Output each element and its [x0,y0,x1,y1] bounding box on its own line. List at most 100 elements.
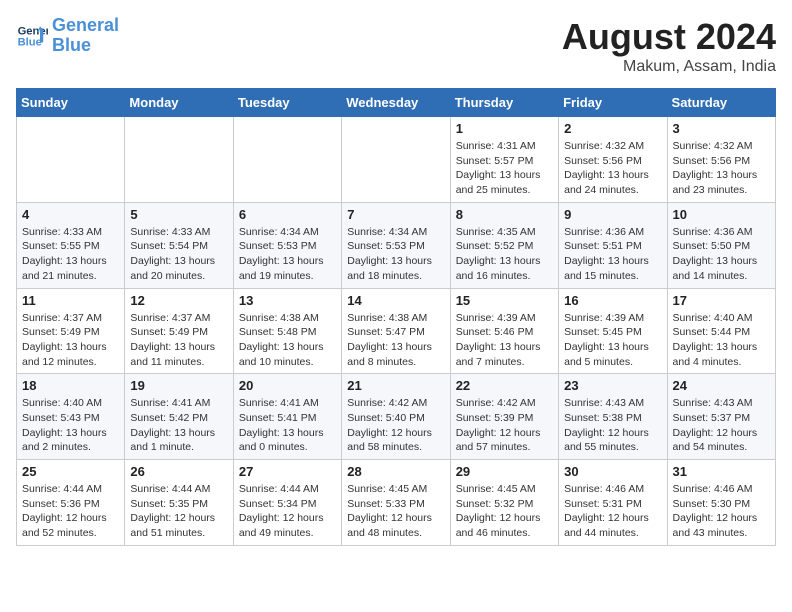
day-cell: 7 Sunrise: 4:34 AMSunset: 5:53 PMDaylight… [342,202,450,288]
day-info: Sunrise: 4:44 AMSunset: 5:35 PMDaylight:… [130,482,227,541]
day-number: 21 [347,378,444,393]
weekday-header-friday: Friday [559,89,667,117]
day-cell: 31 Sunrise: 4:46 AMSunset: 5:30 PMDayligh… [667,460,775,546]
day-cell: 1 Sunrise: 4:31 AMSunset: 5:57 PMDaylight… [450,117,558,203]
day-info: Sunrise: 4:41 AMSunset: 5:42 PMDaylight:… [130,396,227,455]
day-number: 22 [456,378,553,393]
svg-text:General: General [18,25,48,37]
day-number: 30 [564,464,661,479]
week-row-1: 1 Sunrise: 4:31 AMSunset: 5:57 PMDaylight… [17,117,776,203]
day-number: 3 [673,121,770,136]
weekday-header-wednesday: Wednesday [342,89,450,117]
logo-text: General Blue [52,16,119,56]
day-info: Sunrise: 4:32 AMSunset: 5:56 PMDaylight:… [564,139,661,198]
day-number: 31 [673,464,770,479]
weekday-header-thursday: Thursday [450,89,558,117]
day-cell [233,117,341,203]
day-cell: 9 Sunrise: 4:36 AMSunset: 5:51 PMDaylight… [559,202,667,288]
day-cell: 28Sunrise: 4:45 AMSunset: 5:33 PMDayligh… [342,460,450,546]
day-info: Sunrise: 4:39 AMSunset: 5:46 PMDaylight:… [456,311,553,370]
day-cell: 23 Sunrise: 4:43 AMSunset: 5:38 PMDayligh… [559,374,667,460]
day-number: 6 [239,207,336,222]
day-cell [342,117,450,203]
calendar: SundayMondayTuesdayWednesdayThursdayFrid… [16,88,776,546]
day-cell: 29 Sunrise: 4:45 AMSunset: 5:32 PMDayligh… [450,460,558,546]
weekday-header-saturday: Saturday [667,89,775,117]
day-info: Sunrise: 4:42 AMSunset: 5:40 PMDaylight:… [347,396,444,455]
day-info: Sunrise: 4:42 AMSunset: 5:39 PMDaylight:… [456,396,553,455]
day-cell: 19 Sunrise: 4:41 AMSunset: 5:42 PMDayligh… [125,374,233,460]
day-cell: 14 Sunrise: 4:38 AMSunset: 5:47 PMDayligh… [342,288,450,374]
day-number: 27 [239,464,336,479]
day-info: Sunrise: 4:31 AMSunset: 5:57 PMDaylight:… [456,139,553,198]
day-number: 15 [456,293,553,308]
day-cell: 18 Sunrise: 4:40 AMSunset: 5:43 PMDayligh… [17,374,125,460]
day-info: Sunrise: 4:39 AMSunset: 5:45 PMDaylight:… [564,311,661,370]
week-row-5: 25 Sunrise: 4:44 AMSunset: 5:36 PMDayligh… [17,460,776,546]
weekday-header-monday: Monday [125,89,233,117]
day-number: 1 [456,121,553,136]
week-row-3: 11 Sunrise: 4:37 AMSunset: 5:49 PMDayligh… [17,288,776,374]
day-number: 29 [456,464,553,479]
day-number: 9 [564,207,661,222]
day-info: Sunrise: 4:43 AMSunset: 5:38 PMDaylight:… [564,396,661,455]
day-cell: 26 Sunrise: 4:44 AMSunset: 5:35 PMDayligh… [125,460,233,546]
day-number: 13 [239,293,336,308]
logo-icon: General Blue [16,20,48,52]
day-info: Sunrise: 4:34 AMSunset: 5:53 PMDaylight:… [347,225,444,284]
day-number: 17 [673,293,770,308]
page-header: General Blue General Blue August 2024 Ma… [16,16,776,76]
weekday-header-tuesday: Tuesday [233,89,341,117]
day-info: Sunrise: 4:37 AMSunset: 5:49 PMDaylight:… [22,311,119,370]
day-cell: 30 Sunrise: 4:46 AMSunset: 5:31 PMDayligh… [559,460,667,546]
day-info: Sunrise: 4:34 AMSunset: 5:53 PMDaylight:… [239,225,336,284]
day-info: Sunrise: 4:36 AMSunset: 5:51 PMDaylight:… [564,225,661,284]
day-info: Sunrise: 4:40 AMSunset: 5:43 PMDaylight:… [22,396,119,455]
day-number: 12 [130,293,227,308]
svg-text:Blue: Blue [18,36,42,48]
day-number: 7 [347,207,444,222]
day-cell: 20Sunrise: 4:41 AMSunset: 5:41 PMDayligh… [233,374,341,460]
logo: General Blue General Blue [16,16,119,56]
month-year: August 2024 [562,16,776,58]
day-info: Sunrise: 4:45 AMSunset: 5:32 PMDaylight:… [456,482,553,541]
weekday-header-sunday: Sunday [17,89,125,117]
day-info: Sunrise: 4:38 AMSunset: 5:47 PMDaylight:… [347,311,444,370]
day-cell: 27 Sunrise: 4:44 AMSunset: 5:34 PMDayligh… [233,460,341,546]
day-info: Sunrise: 4:32 AMSunset: 5:56 PMDaylight:… [673,139,770,198]
day-cell: 25 Sunrise: 4:44 AMSunset: 5:36 PMDayligh… [17,460,125,546]
day-number: 5 [130,207,227,222]
day-cell: 6 Sunrise: 4:34 AMSunset: 5:53 PMDaylight… [233,202,341,288]
day-cell [125,117,233,203]
day-number: 14 [347,293,444,308]
day-number: 4 [22,207,119,222]
day-cell: 22 Sunrise: 4:42 AMSunset: 5:39 PMDayligh… [450,374,558,460]
day-info: Sunrise: 4:40 AMSunset: 5:44 PMDaylight:… [673,311,770,370]
weekday-header-row: SundayMondayTuesdayWednesdayThursdayFrid… [17,89,776,117]
day-number: 8 [456,207,553,222]
day-info: Sunrise: 4:36 AMSunset: 5:50 PMDaylight:… [673,225,770,284]
day-number: 19 [130,378,227,393]
day-cell: 17 Sunrise: 4:40 AMSunset: 5:44 PMDayligh… [667,288,775,374]
day-number: 2 [564,121,661,136]
day-cell: 13Sunrise: 4:38 AMSunset: 5:48 PMDayligh… [233,288,341,374]
day-number: 25 [22,464,119,479]
day-info: Sunrise: 4:44 AMSunset: 5:34 PMDaylight:… [239,482,336,541]
day-cell: 24Sunrise: 4:43 AMSunset: 5:37 PMDayligh… [667,374,775,460]
day-number: 18 [22,378,119,393]
day-info: Sunrise: 4:46 AMSunset: 5:31 PMDaylight:… [564,482,661,541]
day-info: Sunrise: 4:44 AMSunset: 5:36 PMDaylight:… [22,482,119,541]
day-info: Sunrise: 4:43 AMSunset: 5:37 PMDaylight:… [673,396,770,455]
day-info: Sunrise: 4:46 AMSunset: 5:30 PMDaylight:… [673,482,770,541]
day-number: 20 [239,378,336,393]
day-number: 26 [130,464,227,479]
day-cell: 8Sunrise: 4:35 AMSunset: 5:52 PMDaylight… [450,202,558,288]
day-cell: 2 Sunrise: 4:32 AMSunset: 5:56 PMDaylight… [559,117,667,203]
day-cell: 16 Sunrise: 4:39 AMSunset: 5:45 PMDayligh… [559,288,667,374]
day-number: 23 [564,378,661,393]
day-info: Sunrise: 4:37 AMSunset: 5:49 PMDaylight:… [130,311,227,370]
day-number: 11 [22,293,119,308]
day-cell [17,117,125,203]
day-cell: 10Sunrise: 4:36 AMSunset: 5:50 PMDayligh… [667,202,775,288]
day-number: 16 [564,293,661,308]
